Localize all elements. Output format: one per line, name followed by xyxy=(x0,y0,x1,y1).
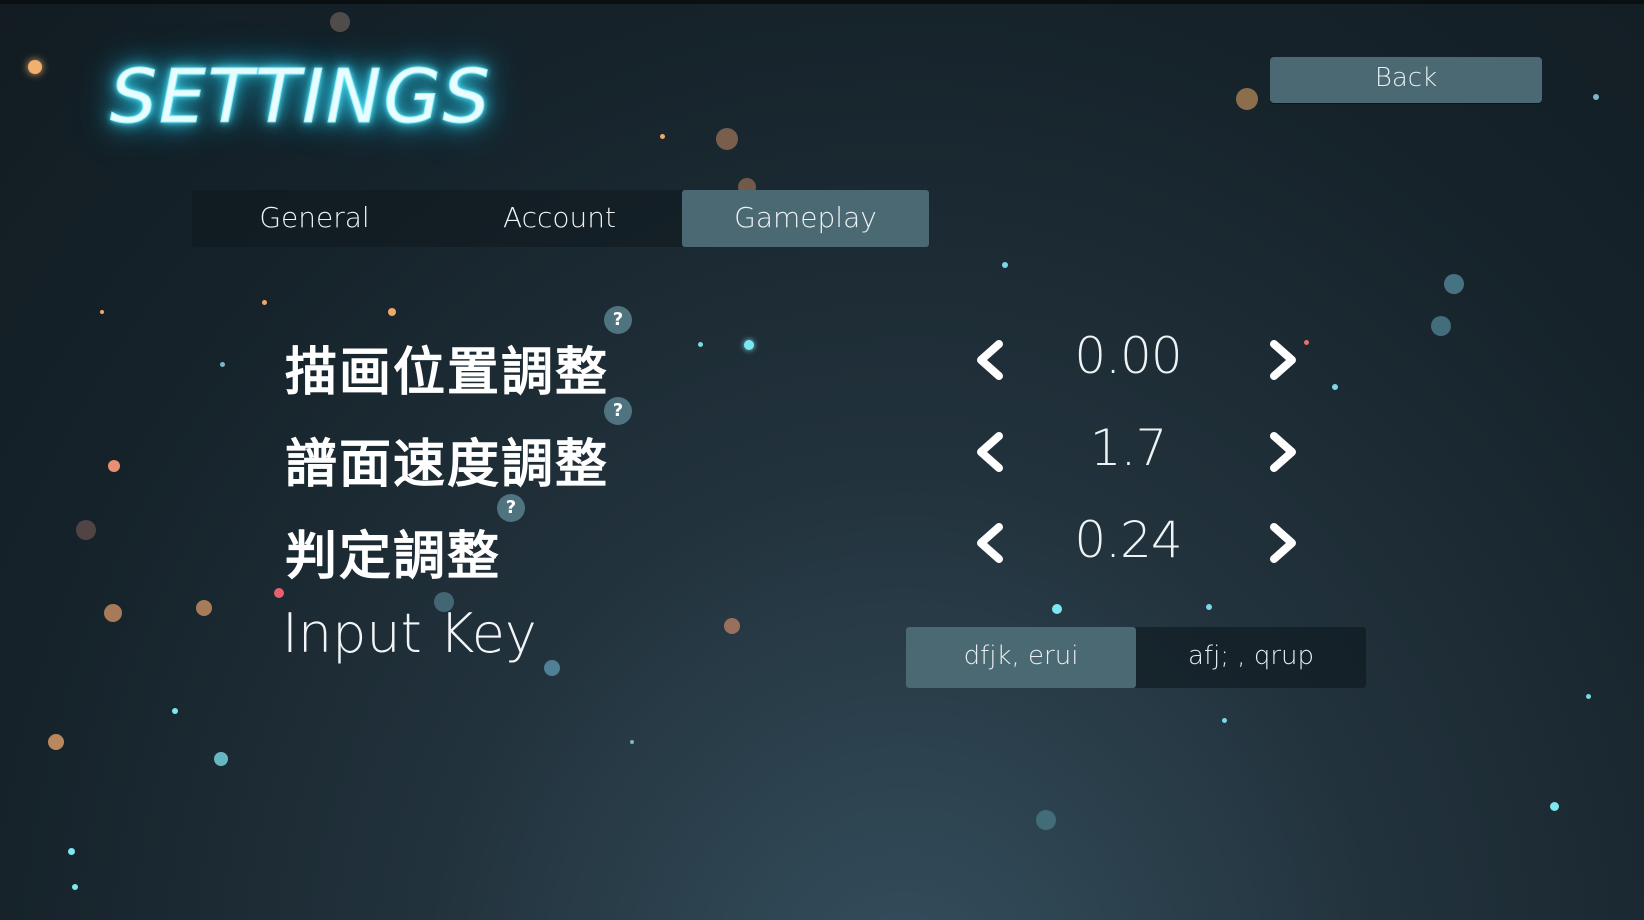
help-icon[interactable]: ? xyxy=(604,306,632,334)
chevron-left-icon[interactable] xyxy=(967,518,1017,568)
particle xyxy=(72,884,78,890)
help-icon[interactable]: ? xyxy=(497,494,525,522)
input-key-label: Input Key xyxy=(282,602,537,665)
setting-value-display-offset: 0.00 xyxy=(1074,327,1182,385)
setting-value-judgement-offset: 0.24 xyxy=(1074,511,1182,569)
key-option-dfjk-erui[interactable]: dfjk, erui xyxy=(906,627,1136,688)
particle xyxy=(1431,316,1451,336)
tab-account[interactable]: Account xyxy=(437,190,682,247)
key-option-afj-qrup[interactable]: afj; , qrup xyxy=(1136,627,1366,688)
particle xyxy=(1036,810,1056,830)
setting-label-display-offset: 描画位置調整 xyxy=(285,343,610,403)
setting-value-scroll-speed: 1.7 xyxy=(1089,419,1168,477)
particle xyxy=(68,848,75,855)
particle xyxy=(108,460,120,472)
particle xyxy=(1236,88,1258,110)
chevron-left-icon[interactable] xyxy=(967,335,1017,385)
chevron-right-icon[interactable] xyxy=(1256,335,1306,385)
particle xyxy=(630,740,634,744)
particle xyxy=(544,660,560,676)
particle xyxy=(330,12,350,32)
particle xyxy=(1332,384,1338,390)
particle xyxy=(104,604,122,622)
particle xyxy=(1206,604,1212,610)
tab-gameplay[interactable]: Gameplay xyxy=(682,190,929,247)
particle xyxy=(220,362,225,367)
tab-general[interactable]: General xyxy=(192,190,437,247)
particle xyxy=(76,520,96,540)
particle xyxy=(214,752,228,766)
window-top-border xyxy=(0,0,1644,4)
particle xyxy=(1550,802,1559,811)
particle xyxy=(716,128,738,150)
particle xyxy=(1586,694,1591,699)
particle xyxy=(724,618,740,634)
chevron-right-icon[interactable] xyxy=(1256,518,1306,568)
particle xyxy=(744,340,754,350)
back-button[interactable]: Back xyxy=(1270,57,1542,103)
input-key-selector: dfjk, erui afj; , qrup xyxy=(906,627,1366,688)
particle xyxy=(1444,274,1464,294)
particle xyxy=(388,308,396,316)
particle xyxy=(274,588,284,598)
setting-label-judgement-offset: 判定調整 xyxy=(285,527,502,587)
help-icon[interactable]: ? xyxy=(604,397,632,425)
particle xyxy=(1052,604,1062,614)
setting-label-scroll-speed: 譜面速度調整 xyxy=(285,435,610,495)
particle xyxy=(28,60,42,74)
settings-tab-bar: General Account Gameplay xyxy=(192,190,929,247)
particle xyxy=(1002,262,1008,268)
particle xyxy=(262,300,267,305)
chevron-left-icon[interactable] xyxy=(967,427,1017,477)
particle xyxy=(196,600,212,616)
particle xyxy=(1222,718,1227,723)
page-title: SETTINGS xyxy=(110,54,492,141)
particle xyxy=(48,734,64,750)
particle xyxy=(660,134,665,139)
particle xyxy=(698,342,703,347)
particle xyxy=(1593,94,1599,100)
particle xyxy=(100,310,104,314)
particle xyxy=(172,708,178,714)
chevron-right-icon[interactable] xyxy=(1256,427,1306,477)
